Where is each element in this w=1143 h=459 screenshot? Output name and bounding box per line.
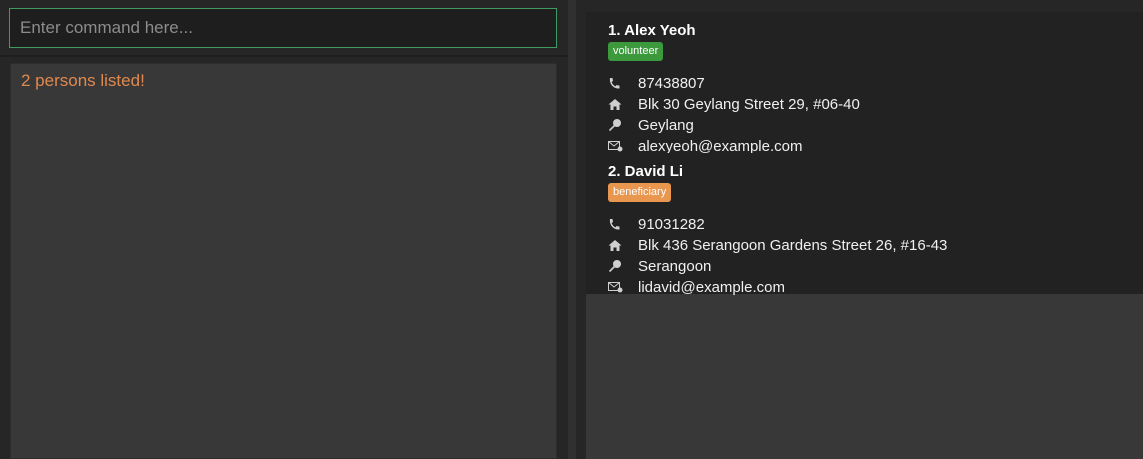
pin-icon (608, 259, 638, 273)
mail-icon (608, 140, 638, 152)
result-display[interactable]: 2 persons listed! (10, 63, 557, 459)
address-book-window: 2 persons listed! 1. Alex Yeoh volunteer… (0, 0, 1143, 459)
phone-value: 87438807 (638, 74, 705, 92)
person-list-pane: 1. Alex Yeoh volunteer 87438807 Blk 30 G… (576, 0, 1143, 459)
email-field: lidavid@example.com (608, 277, 1128, 297)
person-card[interactable]: 2. David Li beneficiary 91031282 Blk 436… (586, 153, 1143, 297)
person-tag: volunteer (608, 42, 664, 61)
phone-field: 87438807 (608, 73, 1128, 93)
address-field: Blk 436 Serangoon Gardens Street 26, #16… (608, 235, 1128, 255)
location-field: Geylang (608, 115, 1128, 135)
phone-icon (608, 218, 638, 231)
address-field: Blk 30 Geylang Street 29, #06-40 (608, 94, 1128, 114)
mail-icon (608, 281, 638, 293)
pane-splitter[interactable] (568, 0, 576, 459)
command-input[interactable] (9, 8, 557, 48)
location-value: Geylang (638, 116, 694, 134)
location-field: Serangoon (608, 256, 1128, 276)
result-message: 2 persons listed! (21, 71, 145, 90)
person-tag: beneficiary (608, 183, 672, 202)
address-value: Blk 436 Serangoon Gardens Street 26, #16… (638, 236, 948, 254)
person-list[interactable]: 1. Alex Yeoh volunteer 87438807 Blk 30 G… (586, 12, 1143, 459)
person-name: 1. Alex Yeoh (608, 22, 696, 39)
location-value: Serangoon (638, 257, 712, 275)
email-value: alexyeoh@example.com (638, 137, 803, 155)
divider (0, 55, 568, 57)
email-value: lidavid@example.com (638, 278, 785, 296)
home-icon (608, 98, 638, 111)
person-card[interactable]: 1. Alex Yeoh volunteer 87438807 Blk 30 G… (586, 12, 1143, 155)
command-pane: 2 persons listed! (0, 0, 568, 459)
person-name: 2. David Li (608, 163, 684, 180)
pin-icon (608, 118, 638, 132)
phone-value: 91031282 (638, 215, 705, 233)
home-icon (608, 239, 638, 252)
phone-field: 91031282 (608, 214, 1128, 234)
phone-icon (608, 77, 638, 90)
address-value: Blk 30 Geylang Street 29, #06-40 (638, 95, 860, 113)
